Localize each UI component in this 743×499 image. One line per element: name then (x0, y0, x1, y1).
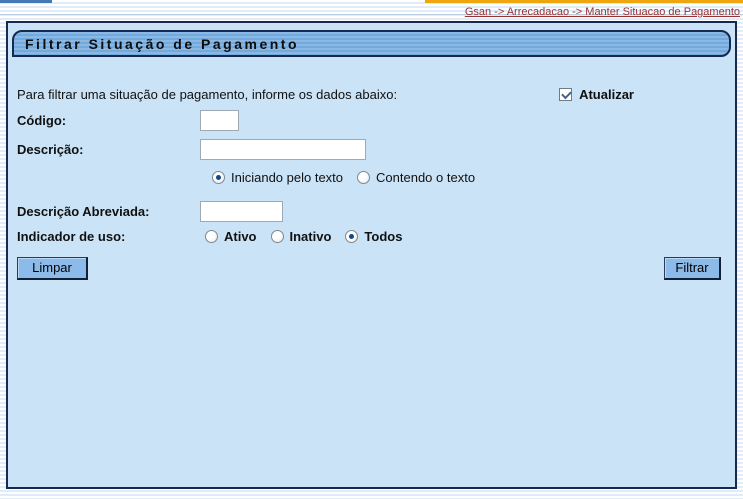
ativo-radio[interactable] (205, 230, 218, 243)
contendo-label: Contendo o texto (376, 170, 475, 185)
ativo-label: Ativo (224, 229, 257, 244)
descricao-abreviada-row: Descrição Abreviada: (17, 201, 726, 222)
indicador-uso-label: Indicador de uso: (17, 229, 200, 244)
iniciando-radio[interactable] (212, 171, 225, 184)
descricao-input[interactable] (200, 139, 366, 160)
buttons-row: Limpar Filtrar (17, 256, 726, 280)
filter-panel: Filtrar Situação de Pagamento Para filtr… (6, 21, 737, 489)
text-match-row: Iniciando pelo texto Contendo o texto (212, 170, 726, 185)
inativo-label: Inativo (290, 229, 332, 244)
panel-title-bar: Filtrar Situação de Pagamento (12, 30, 731, 57)
todos-label: Todos (364, 229, 402, 244)
atualizar-label: Atualizar (579, 87, 634, 102)
todos-option: Todos (345, 229, 402, 244)
contendo-radio[interactable] (357, 171, 370, 184)
inativo-option: Inativo (271, 229, 332, 244)
atualizar-checkbox[interactable] (559, 88, 572, 101)
ativo-option: Ativo (205, 229, 257, 244)
descricao-abreviada-input[interactable] (200, 201, 283, 222)
codigo-row: Código: (17, 110, 726, 131)
iniciando-option: Iniciando pelo texto (212, 170, 343, 185)
iniciando-label: Iniciando pelo texto (231, 170, 343, 185)
breadcrumb[interactable]: Gsan -> Arrecadacao -> Manter Situacao d… (465, 6, 740, 18)
codigo-label: Código: (17, 113, 200, 128)
intro-row: Para filtrar uma situação de pagamento, … (17, 87, 726, 102)
intro-text: Para filtrar uma situação de pagamento, … (17, 87, 397, 102)
top-header-strip: Gsan -> Arrecadacao -> Manter Situacao d… (0, 0, 743, 15)
contendo-option: Contendo o texto (357, 170, 475, 185)
todos-radio[interactable] (345, 230, 358, 243)
descricao-row: Descrição: (17, 139, 726, 160)
filtrar-button[interactable]: Filtrar (664, 257, 721, 280)
indicador-uso-group: Ativo Inativo Todos (205, 229, 416, 244)
descricao-abreviada-label: Descrição Abreviada: (17, 204, 200, 219)
descricao-label: Descrição: (17, 142, 200, 157)
inativo-radio[interactable] (271, 230, 284, 243)
breadcrumb-container: Gsan -> Arrecadacao -> Manter Situacao d… (425, 0, 743, 19)
page-title: Filtrar Situação de Pagamento (14, 36, 299, 52)
atualizar-group: Atualizar (559, 87, 634, 102)
codigo-input[interactable] (200, 110, 239, 131)
menu-bar-fragment (0, 0, 52, 3)
limpar-button[interactable]: Limpar (17, 257, 88, 280)
indicador-uso-row: Indicador de uso: Ativo Inativo Todos (17, 229, 726, 244)
